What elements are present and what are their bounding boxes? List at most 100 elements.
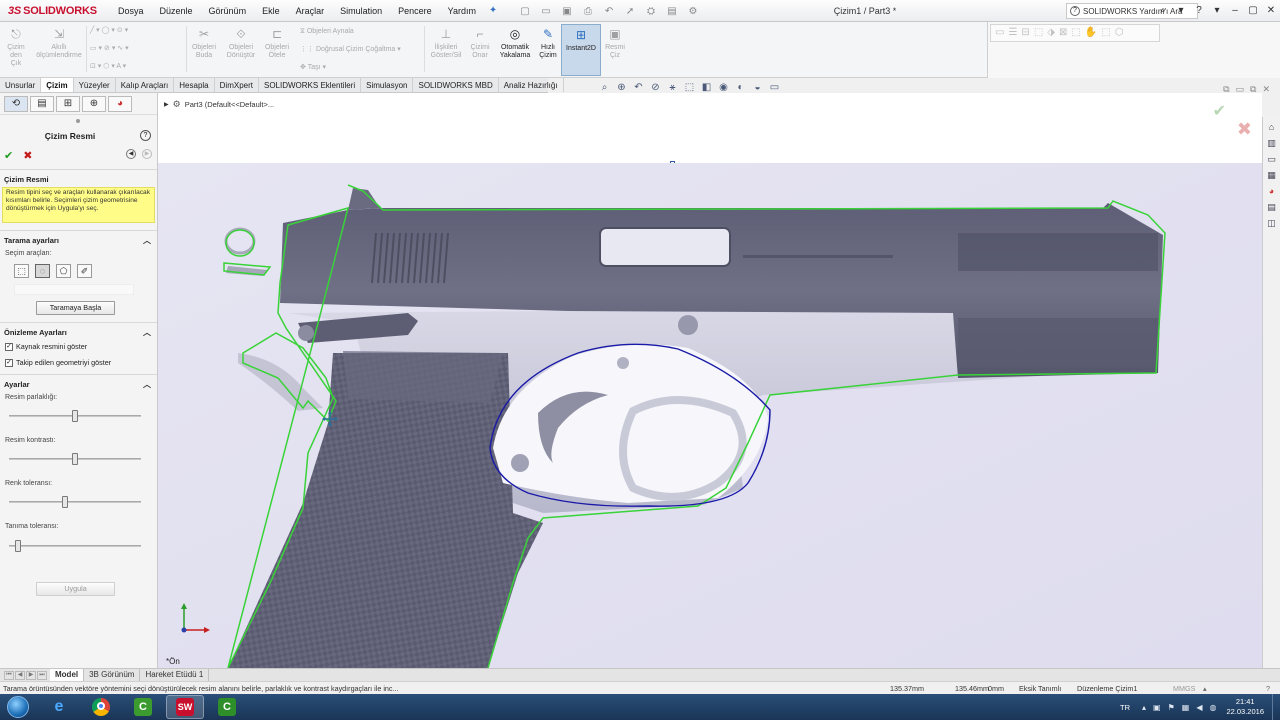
help-dropdown-icon[interactable]: ▾ bbox=[1208, 0, 1226, 22]
slider-thumb[interactable] bbox=[72, 410, 78, 422]
sketch-picture[interactable] bbox=[158, 163, 1262, 668]
polygon-select-icon[interactable]: ⬠ bbox=[56, 264, 71, 278]
tab-yuzeyler[interactable]: Yüzeyler bbox=[74, 78, 116, 92]
rectangle-select-icon[interactable]: ⬚ bbox=[14, 264, 29, 278]
expand-arrow-icon[interactable]: ▶ bbox=[164, 101, 169, 108]
show-hidden-icons-icon[interactable]: ▴ bbox=[1142, 703, 1146, 712]
tab-solidworks-eklentileri[interactable]: SOLIDWORKS Eklentileri bbox=[259, 78, 362, 92]
property-manager-icon[interactable]: ▤ bbox=[30, 96, 54, 112]
previous-view-icon[interactable]: ↶ bbox=[632, 81, 645, 94]
apply-scene-icon[interactable]: ◒ bbox=[751, 81, 764, 94]
exit-sketch-button[interactable]: ⎋ Çizim den Çık bbox=[4, 26, 28, 68]
instant2d-button[interactable]: ⊞ Instant2D bbox=[561, 24, 601, 76]
flag-icon[interactable]: ⚑ bbox=[1168, 703, 1175, 712]
menu-araclar[interactable]: Araçlar bbox=[288, 0, 333, 22]
close-button[interactable]: ✕ bbox=[1262, 0, 1280, 22]
tab-simulasyon[interactable]: Simulasyon bbox=[361, 78, 414, 92]
identification-tolerance-slider[interactable] bbox=[9, 539, 141, 553]
smart-dimension-button[interactable]: ⇲ Akıllı ölçümlendirme bbox=[34, 26, 84, 60]
options-gear-icon[interactable]: ⚙ bbox=[684, 3, 702, 19]
start-button[interactable] bbox=[0, 694, 36, 720]
tray-app-icon[interactable]: ▣ bbox=[1153, 703, 1161, 712]
toolbar-icon-7[interactable]: ⬚ bbox=[1071, 27, 1080, 39]
tab-solidworks-mbd[interactable]: SOLIDWORKS MBD bbox=[413, 78, 499, 92]
configuration-manager-icon[interactable]: ⊞ bbox=[56, 96, 80, 112]
offset-entities-button[interactable]: ⊏ Objeleri Ötele bbox=[262, 26, 292, 60]
feature-manager-icon[interactable]: ⟲ bbox=[4, 96, 28, 112]
show-traced-geometry-checkbox[interactable]: ✓ Takip edilen geometriyi göster bbox=[5, 358, 111, 367]
quick-snaps-button[interactable]: ◎ Otomatik Yakalama bbox=[496, 26, 534, 60]
tab-unsurlar[interactable]: Unsurlar bbox=[0, 78, 42, 92]
show-desktop-button[interactable] bbox=[1272, 694, 1280, 720]
hide-show-items-icon[interactable]: ◉ bbox=[717, 81, 730, 94]
menu-duzenle[interactable]: Düzenle bbox=[152, 0, 201, 22]
magnifier-icon[interactable]: ⌕ bbox=[1154, 0, 1172, 22]
next-tab-icon[interactable]: ▶ bbox=[26, 670, 36, 680]
zoom-to-area-icon[interactable]: ⊕ bbox=[615, 81, 628, 94]
file-properties-icon[interactable]: ▤ bbox=[663, 3, 681, 19]
menu-simulation[interactable]: Simulation bbox=[332, 0, 390, 22]
toolbar-icon-2[interactable]: ☰ bbox=[1008, 27, 1017, 39]
begin-trace-button[interactable]: Taramaya Başla bbox=[36, 301, 115, 315]
toolbar-icon-8[interactable]: ✋ bbox=[1085, 27, 1097, 39]
network-icon[interactable]: ▦ bbox=[1182, 703, 1190, 712]
cancel-x-corner-icon[interactable]: ✖ bbox=[1237, 119, 1252, 140]
taskbar-camtasia-2[interactable]: C bbox=[208, 695, 246, 719]
forward-arrow-icon[interactable]: ▶ bbox=[142, 149, 152, 159]
lasso-select-icon[interactable]: ◌ bbox=[35, 264, 50, 278]
window-close-icon[interactable]: ✕ bbox=[1262, 84, 1270, 95]
save-icon[interactable]: ▣ bbox=[558, 3, 576, 19]
tab-kalip-araclari[interactable]: Kalıp Araçları bbox=[116, 78, 175, 92]
file-explorer-icon[interactable]: ▭ bbox=[1265, 151, 1279, 165]
dropdown-arrow-icon[interactable]: ▾ bbox=[1172, 0, 1190, 22]
appearances-icon[interactable]: ◕ bbox=[1265, 183, 1279, 197]
trim-entities-button[interactable]: ✂ Objeleri Buda bbox=[190, 26, 218, 60]
view-palette-icon[interactable]: ▦ bbox=[1265, 167, 1279, 181]
edit-appearance-icon[interactable]: ◐ bbox=[734, 81, 747, 94]
clock[interactable]: 21:41 22.03.2016 bbox=[1226, 697, 1264, 717]
undo-icon[interactable]: ↶ bbox=[600, 3, 618, 19]
section-tarama-ayarlari[interactable]: Tarama ayarları ︿ bbox=[0, 230, 157, 248]
pin-menu-icon[interactable]: ✦ bbox=[484, 5, 502, 16]
toolbar-icon-9[interactable]: ⬚ bbox=[1101, 27, 1110, 39]
show-source-image-checkbox[interactable]: ✓ Kaynak resmini göster bbox=[5, 342, 87, 351]
volume-icon[interactable]: ◀ bbox=[1196, 703, 1202, 712]
color-picker-icon[interactable]: ✐ bbox=[77, 264, 92, 278]
rapid-sketch-button[interactable]: ✎ Hızlı Çizim bbox=[536, 26, 560, 60]
ok-check-icon[interactable]: ✔ bbox=[4, 149, 13, 162]
help-question-icon[interactable]: ? bbox=[1190, 0, 1208, 22]
taskbar-solidworks[interactable]: SW bbox=[166, 695, 204, 719]
brightness-slider[interactable] bbox=[9, 409, 141, 423]
zoom-to-fit-icon[interactable]: ⌕ bbox=[598, 81, 611, 94]
new-document-icon[interactable]: ▢ bbox=[516, 3, 534, 19]
forum-icon[interactable]: ◫ bbox=[1265, 215, 1279, 229]
restore-window-icon[interactable]: ⧉ bbox=[1223, 84, 1229, 95]
tab-analiz-hazirligi[interactable]: Analiz Hazırlığı bbox=[499, 78, 564, 92]
panel-help-icon[interactable]: ? bbox=[140, 130, 151, 141]
convert-entities-button[interactable]: ⟐ Objeleri Dönüştür bbox=[222, 26, 260, 60]
tab-dimxpert[interactable]: DimXpert bbox=[215, 78, 259, 92]
slider-thumb[interactable] bbox=[15, 540, 21, 552]
section-view-icon[interactable]: ⊘ bbox=[649, 81, 662, 94]
display-manager-icon[interactable]: ◕ bbox=[108, 96, 132, 112]
tab-hareket-etudu[interactable]: Hareket Etüdü 1 bbox=[140, 669, 210, 681]
taskbar-camtasia-1[interactable]: C bbox=[124, 695, 162, 719]
dynamic-annotation-icon[interactable]: ⚹ bbox=[666, 81, 679, 94]
design-library-icon[interactable]: ▥ bbox=[1265, 135, 1279, 149]
toolbar-icon-3[interactable]: ⊟ bbox=[1021, 27, 1029, 39]
menu-dosya[interactable]: Dosya bbox=[110, 0, 152, 22]
window-maximize-icon[interactable]: ⧉ bbox=[1250, 84, 1256, 95]
first-tab-icon[interactable]: ⏮ bbox=[4, 670, 14, 680]
move-entities-button[interactable]: ✥ Taşı ▾ bbox=[300, 63, 326, 71]
back-arrow-icon[interactable]: ◀ bbox=[126, 149, 136, 159]
rectangle-tool-icon[interactable]: ▭ ▾ ⊘ ▾ ∿ ▾ bbox=[90, 44, 129, 52]
select-arrow-icon[interactable]: ➚ bbox=[621, 3, 639, 19]
solidworks-resources-icon[interactable]: ⌂ bbox=[1265, 119, 1279, 133]
solidworks-logo[interactable]: 3S SOLIDWORKS bbox=[0, 0, 110, 22]
graphics-area[interactable]: ▶ ⚙ Part3 (Default<<Default>... ✔ ✖ *Ön bbox=[158, 93, 1262, 668]
contrast-slider[interactable] bbox=[9, 452, 141, 466]
minimize-button[interactable]: – bbox=[1226, 0, 1244, 22]
toolbar-icon-6[interactable]: ⊠ bbox=[1059, 27, 1067, 39]
tab-3b-gorunum[interactable]: 3B Görünüm bbox=[84, 669, 141, 681]
section-ayarlar[interactable]: Ayarlar ︿ bbox=[0, 374, 157, 392]
